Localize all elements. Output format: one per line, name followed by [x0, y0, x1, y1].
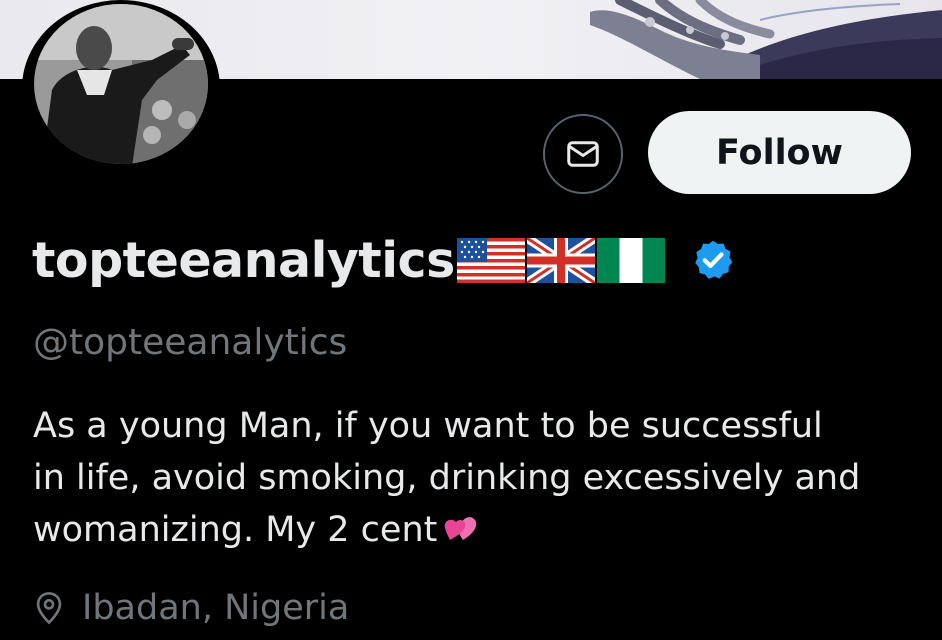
- location-text: Ibadan, Nigeria: [82, 588, 350, 628]
- uk-flag-icon: [526, 237, 595, 283]
- bio-line: As a young Man, if you want to be succes…: [33, 406, 823, 446]
- bio-line-text: womanizing. My 2 cent: [33, 510, 438, 550]
- display-name: topteeanalytics: [32, 231, 455, 289]
- message-button[interactable]: [543, 114, 623, 194]
- profile-photo-image: [34, 4, 208, 164]
- mail-icon: [567, 141, 599, 167]
- avatar[interactable]: [22, 0, 220, 176]
- bio-line: in life, avoid smoking, drinking excessi…: [33, 458, 861, 498]
- bio-line-last: womanizing. My 2 cent: [33, 504, 913, 556]
- follow-button[interactable]: Follow: [648, 111, 911, 194]
- location-row: Ibadan, Nigeria: [34, 588, 349, 628]
- us-flag-icon: [456, 237, 525, 283]
- display-name-row: topteeanalytics: [32, 228, 735, 292]
- flag-emojis: [456, 237, 667, 283]
- verified-badge-icon[interactable]: [691, 238, 735, 282]
- location-pin-icon: [36, 592, 62, 625]
- bio: As a young Man, if you want to be succes…: [33, 400, 913, 556]
- user-handle: @topteeanalytics: [33, 322, 348, 363]
- two-hearts-icon: [445, 517, 477, 540]
- nigeria-flag-icon: [596, 237, 665, 283]
